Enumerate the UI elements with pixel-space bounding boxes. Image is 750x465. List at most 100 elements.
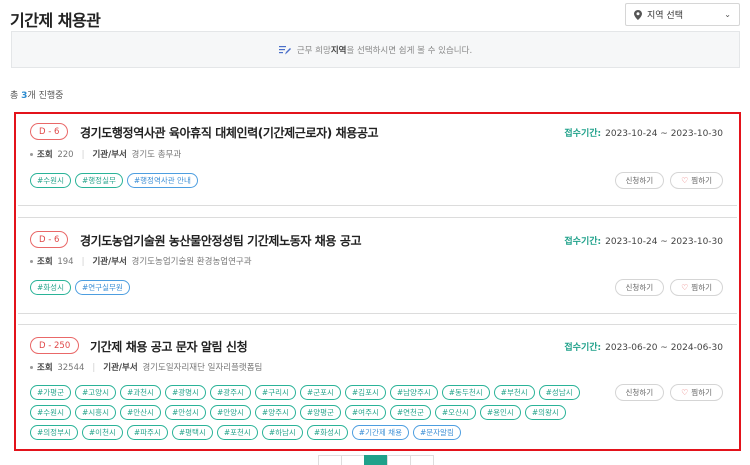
divider (18, 205, 737, 206)
period-value: 2023-06-20 ~ 2024-06-30 (605, 343, 723, 353)
like-button[interactable]: ♡ 찜하기 (670, 172, 723, 189)
tag-chip[interactable]: #안성시 (164, 405, 206, 420)
region-select-label: 지역 선택 (647, 11, 683, 21)
views-label: 조회 (37, 363, 53, 373)
tag-chip[interactable]: #안산시 (119, 405, 161, 420)
views-count: 32544 (57, 363, 85, 373)
apply-button[interactable]: 신청하기 (614, 172, 665, 189)
job-meta: 조회 194 | 기관/부서 경기도농업기술원 환경농업연구과 (30, 255, 252, 267)
tag-chip[interactable]: #용인시 (479, 405, 521, 420)
period-value: 2023-10-24 ~ 2023-10-30 (605, 129, 723, 139)
job-actions: 신청하기 ♡ 찜하기 (614, 172, 723, 189)
tag-chip[interactable]: #양평군 (299, 405, 341, 420)
tag-chip[interactable]: #가평군 (30, 385, 71, 400)
tag-chip[interactable]: #하남시 (261, 425, 303, 440)
like-button[interactable]: ♡ 찜하기 (670, 279, 723, 296)
tag-chip[interactable]: #화성시 (306, 425, 348, 440)
job-actions: 신청하기 ♡ 찜하기 (614, 279, 723, 296)
page-next[interactable] (410, 455, 434, 465)
views-label: 조회 (37, 150, 53, 160)
tag-chip[interactable]: #수원시 (30, 173, 71, 188)
job-title[interactable]: 경기도행정역사관 육아휴직 대체인력(기간제근로자) 채용공고 (80, 124, 379, 141)
heart-icon: ♡ (681, 176, 689, 185)
tag-chip[interactable]: #과천시 (119, 385, 161, 400)
tag-chip[interactable]: #성남시 (538, 385, 580, 400)
apply-period: 접수기간: 2023-10-24 ~ 2023-10-30 (564, 126, 723, 139)
tag-chip[interactable]: #구리시 (254, 385, 296, 400)
job-meta: 조회 220 | 기관/부서 경기도 총무과 (30, 148, 181, 160)
tag-chip[interactable]: #기간제 채용 (351, 425, 409, 440)
tag-chip[interactable]: #행정실무 (74, 173, 123, 188)
page-prev[interactable] (318, 455, 342, 465)
page-button[interactable] (387, 455, 411, 465)
tag-list: #수원시 #행정실무 #행정역사관 안내 (30, 173, 615, 188)
tag-chip[interactable]: #동두천시 (441, 385, 490, 400)
divider (18, 313, 737, 314)
heart-icon: ♡ (681, 388, 689, 397)
period-label: 접수기간: (564, 129, 602, 139)
dept-label: 기관/부서 (103, 363, 138, 373)
tag-chip[interactable]: #문자알림 (412, 425, 461, 440)
tag-chip[interactable]: #화성시 (30, 280, 71, 295)
tag-chip[interactable]: #고양시 (74, 385, 116, 400)
dept-label: 기관/부서 (92, 150, 127, 160)
notice-text-pre: 근무 희망 (296, 45, 331, 56)
location-pin-icon (634, 9, 642, 20)
tag-chip[interactable]: #양주시 (254, 405, 296, 420)
tag-chip[interactable]: #행정역사관 안내 (126, 173, 198, 188)
period-value: 2023-10-24 ~ 2023-10-30 (605, 237, 723, 247)
page-current[interactable] (364, 455, 388, 465)
job-card[interactable]: D - 6 경기도행정역사관 육아휴직 대체인력(기간제근로자) 채용공고 접수… (18, 114, 737, 208)
edit-list-icon (278, 45, 291, 54)
notice-text-post: 을 선택하시면 쉽게 볼 수 있습니다. (346, 45, 473, 56)
tag-chip[interactable]: #파주시 (126, 425, 168, 440)
tag-chip[interactable]: #광명시 (164, 385, 206, 400)
tag-chip[interactable]: #군포시 (299, 385, 341, 400)
tag-list: #가평군 #고양시 #과천시 #광명시 #광주시 #구리시 #군포시 #김포시 #남양주시 #동두… (30, 385, 615, 440)
job-count: 총 3개 진행중 (10, 88, 63, 101)
like-label: 찜하기 (691, 176, 712, 185)
job-title[interactable]: 경기도농업기술원 농산물안정성팀 기간제노동자 채용 공고 (80, 232, 362, 249)
like-button[interactable]: ♡ 찜하기 (670, 384, 723, 401)
job-card[interactable]: D - 250 기간제 채용 공고 문자 알림 신청 접수기간: 2023-06-… (18, 324, 737, 449)
region-select[interactable]: 지역 선택 ⌄ (625, 3, 740, 26)
job-meta: 조회 32544 | 기관/부서 경기도일자리재단 일자리플랫폼팀 (30, 361, 262, 373)
like-label: 찜하기 (691, 283, 712, 292)
tag-chip[interactable]: #이천시 (81, 425, 123, 440)
views-count: 194 (57, 257, 74, 267)
tag-chip[interactable]: #오산시 (434, 405, 476, 420)
dept-label: 기관/부서 (92, 257, 127, 267)
apply-button[interactable]: 신청하기 (614, 279, 665, 296)
tag-chip[interactable]: #시흥시 (74, 405, 116, 420)
job-card[interactable]: D - 6 경기도농업기술원 농산물안정성팀 기간제노동자 채용 공고 접수기간… (18, 217, 737, 315)
tag-chip[interactable]: #평택시 (171, 425, 213, 440)
dept-value: 경기도 총무과 (131, 150, 182, 160)
apply-period: 접수기간: 2023-06-20 ~ 2024-06-30 (564, 340, 723, 353)
dday-badge: D - 6 (30, 123, 69, 140)
tag-chip[interactable]: #의왕시 (524, 405, 566, 420)
tag-chip[interactable]: #연구실무원 (74, 280, 130, 295)
tag-chip[interactable]: #연천군 (389, 405, 431, 420)
divider (18, 217, 737, 218)
tag-chip[interactable]: #남양주시 (389, 385, 438, 400)
tag-chip[interactable]: #포천시 (216, 425, 258, 440)
tag-chip[interactable]: #김포시 (344, 385, 386, 400)
dept-value: 경기도일자리재단 일자리플랫폼팀 (142, 363, 263, 373)
page-button[interactable] (341, 455, 365, 465)
tag-chip[interactable]: #부천시 (493, 385, 535, 400)
tag-chip[interactable]: #의정부시 (30, 425, 78, 440)
views-count: 220 (57, 150, 74, 160)
chevron-down-icon: ⌄ (724, 10, 731, 19)
apply-button[interactable]: 신청하기 (614, 384, 665, 401)
like-label: 찜하기 (691, 388, 712, 397)
dday-badge: D - 6 (30, 231, 69, 248)
job-title[interactable]: 기간제 채용 공고 문자 알림 신청 (90, 338, 248, 355)
tag-chip[interactable]: #여주시 (344, 405, 386, 420)
heart-icon: ♡ (681, 283, 689, 292)
job-list: D - 6 경기도행정역사관 육아휴직 대체인력(기간제근로자) 채용공고 접수… (14, 112, 741, 451)
dday-badge: D - 250 (30, 337, 80, 354)
apply-period: 접수기간: 2023-10-24 ~ 2023-10-30 (564, 234, 723, 247)
tag-chip[interactable]: #안양시 (209, 405, 251, 420)
tag-chip[interactable]: #수원시 (30, 405, 71, 420)
tag-chip[interactable]: #광주시 (209, 385, 251, 400)
